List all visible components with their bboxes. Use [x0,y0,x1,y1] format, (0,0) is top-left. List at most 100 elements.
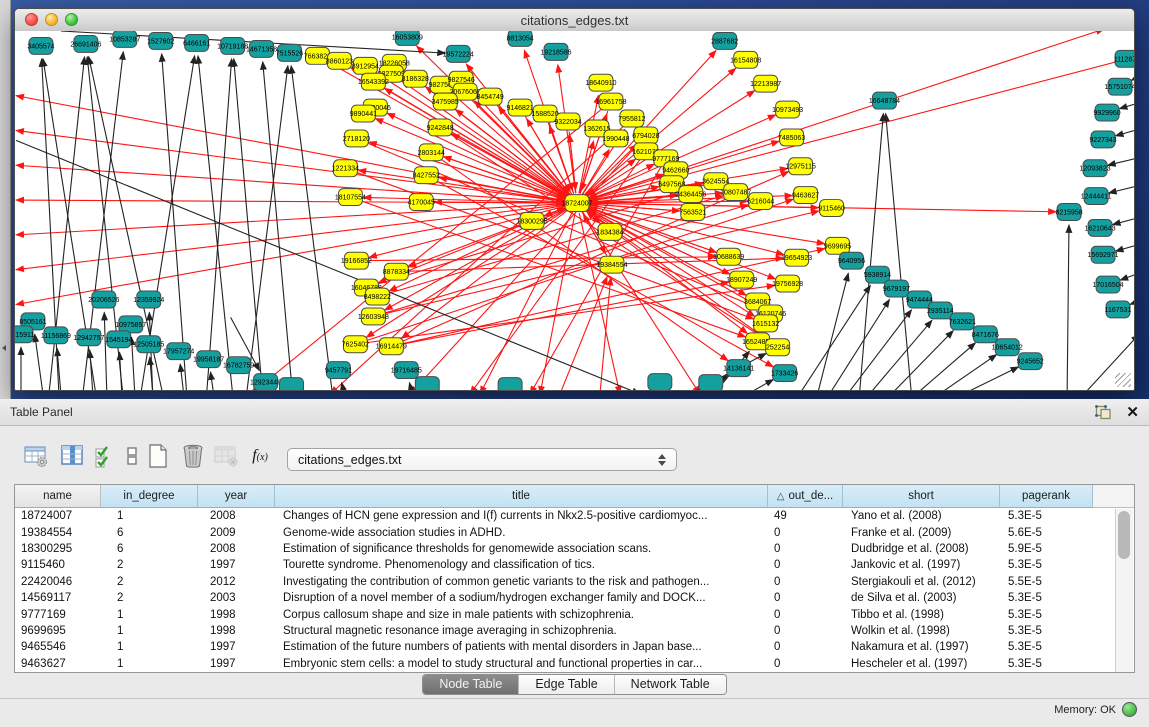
graph-node[interactable]: 10688639 [713,248,744,265]
graph-node[interactable]: 10853287 [109,31,140,47]
graph-node[interactable]: 6466161 [183,34,210,51]
graph-node[interactable]: 12444411 [1081,188,1112,205]
graph-node[interactable]: 8498222 [364,288,391,305]
graph-node[interactable]: 19218586 [540,43,571,60]
graph-edge-red[interactable] [540,213,575,390]
graph-node[interactable]: 8215958 [1056,204,1083,221]
graph-node[interactable]: 19384554 [596,256,627,273]
zoom-window-icon[interactable] [65,13,78,26]
graph-edge-black[interactable] [342,383,345,390]
graph-node[interactable]: 14136141 [723,360,754,377]
graph-edge-black[interactable] [748,379,774,390]
table-row[interactable]: 946554611997Estimation of the future num… [15,639,1134,655]
float-window-icon[interactable] [1095,405,1112,420]
close-window-icon[interactable] [25,13,38,26]
graph-edge-red[interactable] [560,277,607,390]
graph-edge-black[interactable] [1130,298,1134,305]
table-row[interactable]: 1872400712008Changes of HCN gene express… [15,508,1134,524]
graph-node[interactable]: 10719188 [217,37,248,54]
graph-edge-black[interactable] [1108,156,1134,165]
graph-edge-black[interactable] [1109,184,1134,193]
graph-node[interactable]: 9245652 [1017,353,1044,370]
function-builder-icon[interactable]: f(x) [246,443,274,469]
graph-edge-black[interactable] [916,343,975,390]
column-header-filler[interactable] [1093,485,1134,508]
graph-node[interactable]: 9463627 [792,187,819,204]
graph-edge-black[interactable] [1067,225,1069,390]
graph-node[interactable] [498,378,522,390]
graph-node[interactable]: 9890441 [350,105,377,122]
graph-node[interactable]: 12942757 [73,329,104,346]
graph-node[interactable]: 9640956 [838,252,865,269]
minimize-window-icon[interactable] [45,13,58,26]
tab-node-table[interactable]: Node Table [423,675,519,694]
graph-node[interactable] [415,377,439,390]
column-selector-icon[interactable] [58,443,86,469]
graph-edge-black[interactable] [886,113,912,390]
graph-node[interactable] [648,374,672,390]
resize-grip[interactable] [1115,373,1131,387]
graph-node[interactable]: 15692971 [1088,246,1119,263]
table-row[interactable]: 1938455462009Genome-wide association stu… [15,524,1134,540]
graph-node[interactable]: 9679197 [883,280,910,297]
graph-node[interactable]: 8912954 [352,57,379,74]
graph-edge-black[interactable] [207,59,232,390]
graph-node[interactable]: 19572224 [443,45,474,62]
graph-edge-black[interactable] [1116,243,1134,251]
graph-node[interactable]: 9699695 [824,237,851,254]
graph-edge-red[interactable] [579,95,598,193]
graph-node[interactable] [699,375,723,390]
graph-node[interactable]: 20206526 [88,291,119,308]
graph-node[interactable]: 3915911 [15,326,34,343]
graph-node[interactable]: 8186328 [402,70,429,87]
graph-node[interactable]: 7563521 [679,204,706,221]
graph-node[interactable]: 8860123 [326,52,353,69]
graph-node[interactable]: 1834384 [596,223,623,240]
graph-edge-black[interactable] [1119,101,1134,109]
graph-node[interactable]: 18300295 [517,212,548,229]
graph-node[interactable]: 16961758 [595,93,626,110]
graph-edge-black[interactable] [1113,216,1134,225]
graph-node[interactable]: 1733426 [771,365,798,382]
graph-node[interactable]: 12975115 [785,158,816,175]
graph-edge-black[interactable] [891,331,953,390]
graph-node[interactable]: 2718120 [343,130,370,147]
graph-node[interactable]: 10973493 [772,101,803,118]
graph-node[interactable]: 7632621 [949,313,976,330]
graph-node[interactable]: 8813054 [507,31,534,46]
graph-edge-black[interactable] [263,62,293,390]
network-window-titlebar[interactable]: citations_edges.txt [15,9,1134,32]
close-icon[interactable]: ✕ [1126,405,1139,420]
graph-node[interactable]: 1615132 [752,315,779,332]
graph-node[interactable]: 18907249 [726,271,757,288]
graph-node[interactable]: 252254 [766,339,790,356]
graph-node[interactable]: 16914479 [376,338,407,355]
graph-node[interactable]: 4170045 [408,194,435,211]
graph-node[interactable]: 14671358 [246,40,277,57]
graph-node[interactable]: 1545194 [105,331,132,348]
graph-node[interactable]: 16053809 [392,31,423,45]
delete-table-icon[interactable] [179,443,207,469]
graph-node[interactable]: 1990448 [602,130,629,147]
graph-node[interactable]: 24364456 [675,186,706,203]
graph-node[interactable]: 10654012 [992,339,1023,356]
graph-node[interactable]: 3405574 [27,37,54,54]
table-row[interactable]: 1830029562008Estimation of significance … [15,541,1134,557]
graph-node[interactable]: 9227343 [1089,131,1116,148]
network-canvas-svg[interactable]: 3405574266914061085328715276026466161107… [15,31,1134,390]
graph-node[interactable]: 19166852 [341,252,372,269]
column-header-year[interactable]: year [198,485,275,508]
graph-node[interactable]: 26691406 [70,35,101,52]
graph-node[interactable]: 16782759 [223,357,254,374]
graph-node[interactable]: 12093823 [1080,160,1111,177]
graph-node[interactable]: 16543392 [358,73,389,90]
graph-node[interactable]: 12213987 [750,75,781,92]
graph-node[interactable]: 19654923 [781,249,812,266]
table-row[interactable]: 969969511998Structural magnetic resonanc… [15,623,1134,639]
graph-node[interactable]: 12505185 [133,336,164,353]
graph-node[interactable]: 8471676 [972,326,999,343]
table-settings-icon[interactable] [22,443,50,469]
graph-node[interactable]: 11156869 [41,327,71,344]
graph-edge-black[interactable] [291,66,332,390]
graph-edge-black[interactable] [859,113,883,390]
